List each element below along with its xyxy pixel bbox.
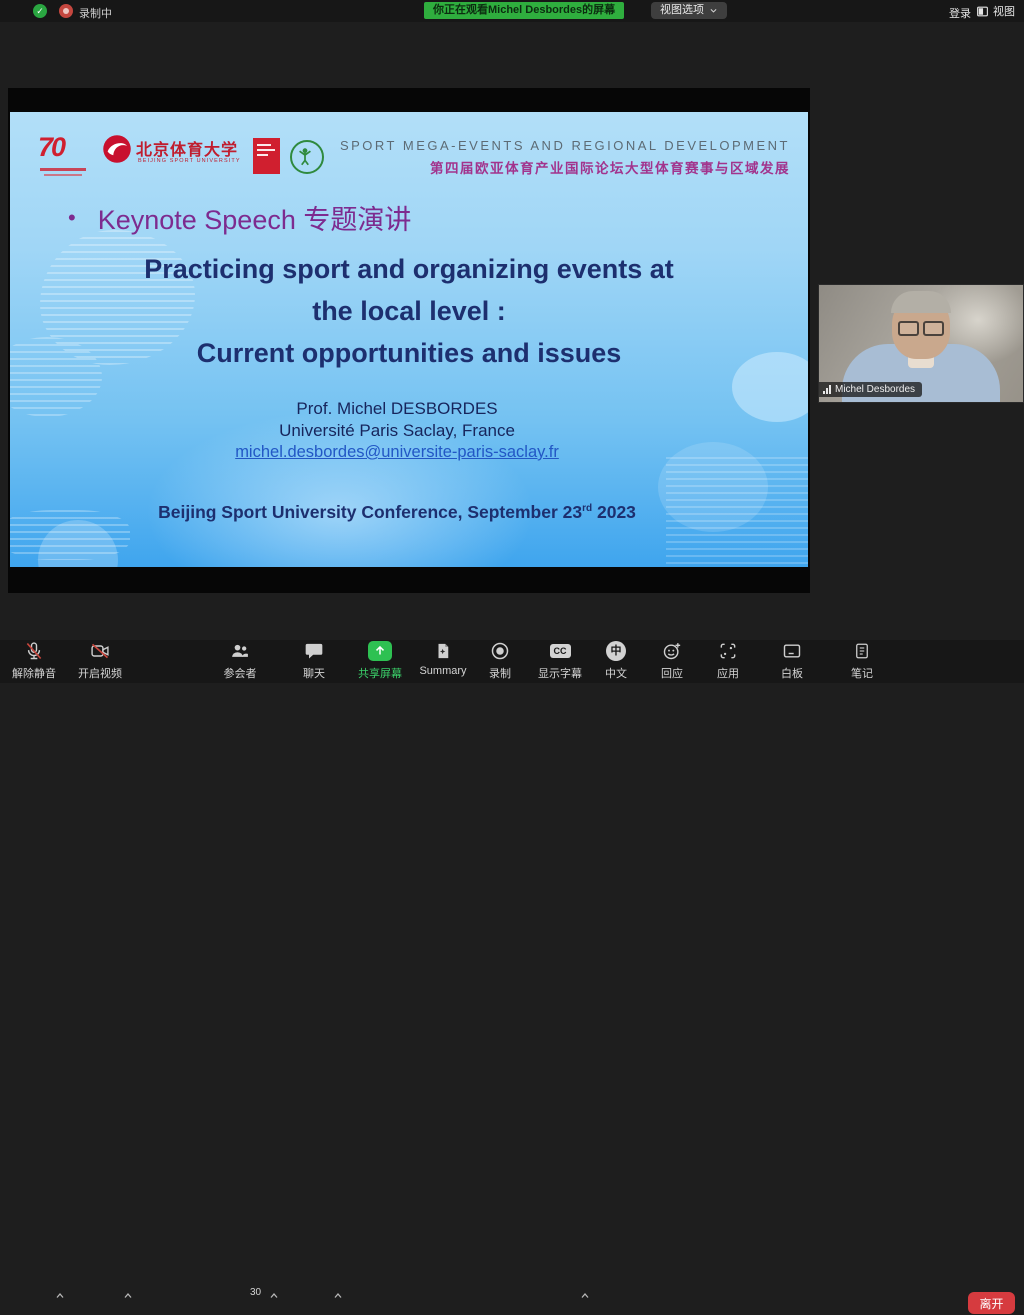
chevron-up-icon[interactable] bbox=[332, 1290, 344, 1302]
recording-status-label: 录制中 bbox=[79, 5, 112, 21]
whiteboard-icon bbox=[782, 641, 802, 661]
apps-label: 应用 bbox=[717, 665, 739, 681]
signal-bars-icon bbox=[823, 385, 831, 394]
bsu-logo-english: BEIJING SPORT UNIVERSITY bbox=[138, 158, 241, 164]
bsu-logo-chinese: 北京体育大学 bbox=[136, 136, 238, 160]
login-button[interactable]: 登录 bbox=[949, 5, 971, 21]
shield-check-icon: ✓ bbox=[33, 4, 47, 18]
slide-title-line2: the local level : bbox=[10, 296, 808, 327]
recording-icon bbox=[59, 4, 73, 18]
start-video-button[interactable]: 开启视频 bbox=[65, 640, 135, 681]
participants-label: 参会者 bbox=[224, 665, 257, 681]
view-options-button[interactable]: 视图选项 bbox=[651, 2, 727, 19]
beijing-sport-university-logo: 北京体育大学 BEIJING SPORT UNIVERSITY bbox=[102, 134, 252, 186]
chat-label: 聊天 bbox=[303, 665, 325, 681]
presentation-slide: 70 北京体育大学 BEIJING SPORT UNIVERSITY SPORT… bbox=[10, 112, 808, 567]
apps-button[interactable]: 应用 bbox=[693, 640, 763, 681]
record-icon bbox=[490, 641, 510, 661]
reactions-icon bbox=[662, 641, 682, 661]
speaker-glasses bbox=[898, 321, 944, 333]
whiteboard-label: 白板 bbox=[781, 665, 803, 681]
whiteboard-button[interactable]: 白板 bbox=[757, 640, 827, 681]
notes-icon bbox=[853, 641, 871, 661]
meeting-toolbar: 解除静音 开启视频 参会者 30 聊天 共享屏幕 Summary bbox=[0, 640, 1024, 683]
summary-icon bbox=[434, 641, 452, 661]
slide-title-line1: Practicing sport and organizing events a… bbox=[10, 254, 808, 285]
reactions-label: 回应 bbox=[661, 665, 683, 681]
chevron-down-icon bbox=[709, 6, 718, 15]
chat-button[interactable]: 聊天 bbox=[279, 640, 349, 681]
speaker-video-tile[interactable]: Michel Desbordes bbox=[818, 284, 1024, 403]
slide-header-english: SPORT MEGA-EVENTS AND REGIONAL DEVELOPME… bbox=[340, 138, 790, 153]
logo-70-text: 70 bbox=[38, 132, 64, 162]
chevron-up-icon[interactable] bbox=[54, 1290, 66, 1302]
conference-year: 2023 bbox=[592, 502, 636, 522]
bsu-swirl-icon bbox=[102, 134, 132, 164]
conference-ordinal: rd bbox=[582, 503, 592, 514]
leave-button[interactable]: 离开 bbox=[968, 1292, 1015, 1314]
meeting-top-bar: ✓ 录制中 你正在观看Michel Desbordes的屏幕 视图选项 登录 视… bbox=[0, 0, 1024, 22]
conference-text: Beijing Sport University Conference, Sep… bbox=[158, 502, 582, 522]
share-screen-label: 共享屏幕 bbox=[358, 665, 402, 681]
shared-screen-panel: 70 北京体育大学 BEIJING SPORT UNIVERSITY SPORT… bbox=[8, 88, 810, 593]
chat-icon bbox=[304, 641, 324, 661]
captions-icon: CC bbox=[550, 644, 571, 658]
mic-muted-icon bbox=[24, 641, 44, 661]
participant-name: Michel Desbordes bbox=[835, 384, 915, 395]
start-video-label: 开启视频 bbox=[78, 665, 122, 681]
slide-title-line3: Current opportunities and issues bbox=[10, 338, 808, 369]
chevron-up-icon[interactable] bbox=[122, 1290, 134, 1302]
conference-line: Beijing Sport University Conference, Sep… bbox=[10, 502, 784, 523]
green-association-logo bbox=[290, 140, 324, 174]
chevron-up-icon[interactable] bbox=[268, 1290, 280, 1302]
notes-button[interactable]: 笔记 bbox=[827, 640, 897, 681]
participants-button[interactable]: 参会者 bbox=[205, 640, 275, 681]
green-figure-icon bbox=[292, 142, 318, 168]
anniversary-70-logo: 70 bbox=[38, 132, 94, 182]
captions-label: 显示字幕 bbox=[538, 665, 582, 681]
keynote-heading-text: Keynote Speech 专题演讲 bbox=[98, 198, 412, 237]
language-label: 中文 bbox=[605, 665, 627, 681]
business-school-logo bbox=[253, 138, 280, 174]
monitor-icon bbox=[976, 5, 989, 18]
language-icon: 中 bbox=[606, 641, 626, 661]
bullet: • bbox=[68, 205, 76, 231]
logo-70-bar bbox=[40, 168, 86, 171]
slide-header-block: SPORT MEGA-EVENTS AND REGIONAL DEVELOPME… bbox=[340, 138, 790, 177]
view-layout-label: 视图 bbox=[993, 3, 1015, 19]
share-screen-icon bbox=[368, 641, 392, 661]
viewing-screen-banner: 你正在观看Michel Desbordes的屏幕 bbox=[424, 2, 624, 19]
share-screen-button[interactable]: 共享屏幕 bbox=[345, 640, 415, 681]
summary-label: Summary bbox=[419, 665, 466, 677]
participant-name-tag: Michel Desbordes bbox=[819, 382, 922, 397]
speaker-hair bbox=[891, 291, 951, 313]
speaker-email-link: michel.desbordes@universite-paris-saclay… bbox=[10, 443, 784, 462]
speaker-name: Prof. Michel DESBORDES bbox=[10, 399, 784, 419]
participants-count: 30 bbox=[250, 1287, 261, 1298]
unmute-label: 解除静音 bbox=[12, 665, 56, 681]
view-layout-button[interactable]: 视图 bbox=[976, 3, 1015, 19]
notes-label: 笔记 bbox=[851, 665, 873, 681]
apps-icon bbox=[718, 641, 738, 661]
slide-header-chinese: 第四届欧亚体育产业国际论坛大型体育赛事与区域发展 bbox=[340, 157, 790, 177]
camera-off-icon bbox=[89, 641, 111, 661]
participants-icon bbox=[229, 641, 251, 661]
speaker-affiliation: Université Paris Saclay, France bbox=[10, 421, 784, 441]
logo-70-bar bbox=[44, 174, 82, 176]
keynote-heading: • Keynote Speech 专题演讲 bbox=[68, 198, 411, 237]
chevron-up-icon[interactable] bbox=[579, 1290, 591, 1302]
unmute-button[interactable]: 解除静音 bbox=[0, 640, 69, 681]
view-options-label: 视图选项 bbox=[660, 2, 704, 19]
record-label: 录制 bbox=[489, 665, 511, 681]
